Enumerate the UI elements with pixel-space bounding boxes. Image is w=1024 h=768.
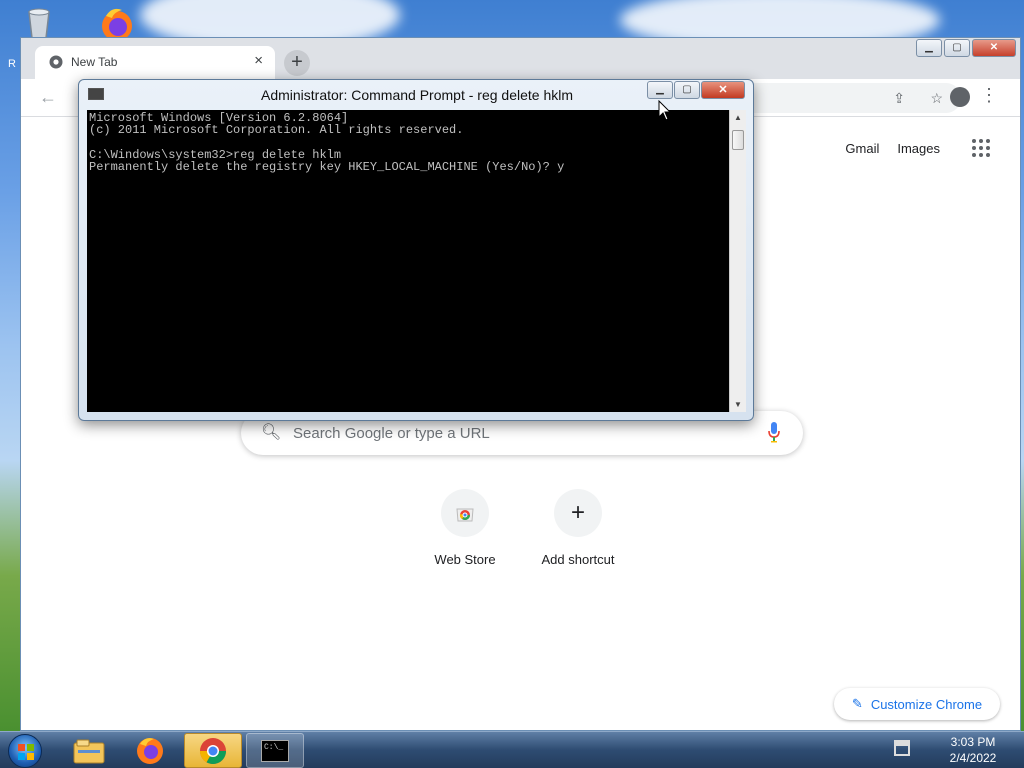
shortcut-label: Web Store [434,552,496,567]
cmd-close-button[interactable]: ✕ [701,81,745,99]
search-icon: 🔍︎ [261,424,282,441]
images-link[interactable]: Images [897,141,940,156]
chrome-favicon-icon [49,55,63,69]
console-line: (c) 2011 Microsoft Corporation. All righ… [89,123,464,138]
cmd-window-controls: ▁ ▢ ✕ [647,81,745,99]
scroll-down-icon[interactable]: ▼ [734,400,742,409]
gmail-link[interactable]: Gmail [845,141,879,156]
pencil-icon: ✎ [851,696,863,711]
scroll-up-icon[interactable]: ▲ [734,113,742,122]
tab-title: New Tab [71,55,118,69]
profile-avatar-icon[interactable] [950,87,970,107]
taskbar: C:\_ 3:03 PM 2/4/2022 [0,731,1024,768]
chrome-window-controls: ▁ ▢ ✕ [916,39,1016,57]
back-arrow-icon[interactable]: ← [39,87,57,108]
tab-new-tab[interactable]: New Tab × [35,46,275,79]
recycle-bin-icon[interactable] [22,6,56,40]
console-line: Permanently delete the registry key HKEY… [89,160,565,175]
scroll-thumb[interactable] [732,130,744,150]
chrome-menu-icon[interactable]: ⋮ [980,85,998,106]
clock-date[interactable]: 2/4/2022 [928,751,1018,765]
taskbar-cmd-button[interactable]: C:\_ [246,733,304,768]
cmd-maximize-button[interactable]: ▢ [674,81,700,99]
customize-label: Customize Chrome [870,696,983,712]
customize-chrome-button[interactable]: ✎ Customize Chrome [834,688,1000,720]
microphone-icon[interactable] [767,421,781,443]
folder-icon [73,739,105,763]
tab-strip: New Tab × + ▁ ▢ ✕ [21,38,1020,79]
taskbar-chrome-button[interactable] [184,733,242,768]
chrome-icon [199,737,227,764]
cmd-taskbar-icon: C:\_ [261,739,289,762]
start-button[interactable] [8,734,42,768]
clock-time[interactable]: 3:03 PM [928,735,1018,749]
cmd-scrollbar[interactable]: ▲ ▼ [729,110,746,412]
minimize-button[interactable]: ▁ [916,39,942,57]
cmd-titlebar[interactable]: Administrator: Command Prompt - reg dele… [79,80,753,110]
new-tab-button[interactable]: + [284,50,310,76]
system-tray: 3:03 PM 2/4/2022 [884,732,1024,768]
close-button[interactable]: ✕ [972,39,1016,57]
chrome-web-store-icon [441,489,489,537]
search-placeholder: Search Google or type a URL [293,425,490,442]
shortcut-label: Add shortcut [541,552,615,567]
top-links: Gmail Images [845,139,990,157]
network-icon[interactable] [894,740,910,756]
share-icon[interactable]: ⇪ [893,90,905,107]
command-prompt-window: Administrator: Command Prompt - reg dele… [78,79,754,421]
shortcut-add[interactable]: + Add shortcut [522,489,634,567]
bookmark-star-icon[interactable]: ☆ [930,90,943,107]
tab-close-icon[interactable]: × [254,52,263,69]
shortcut-web-store[interactable]: Web Store [409,489,521,567]
google-apps-icon[interactable] [972,139,990,157]
firefox-icon [137,737,163,764]
console-output[interactable]: Microsoft Windows [Version 6.2.8064] (c) … [87,110,729,412]
taskbar-explorer-button[interactable] [60,733,118,768]
windows-logo-icon [18,744,34,760]
desktop-icon-label-partial: R [8,58,16,70]
cmd-minimize-button[interactable]: ▁ [647,81,673,99]
maximize-button[interactable]: ▢ [944,39,970,57]
mouse-pointer-icon [658,100,672,121]
taskbar-firefox-button[interactable] [121,733,179,768]
plus-icon: + [554,489,602,537]
